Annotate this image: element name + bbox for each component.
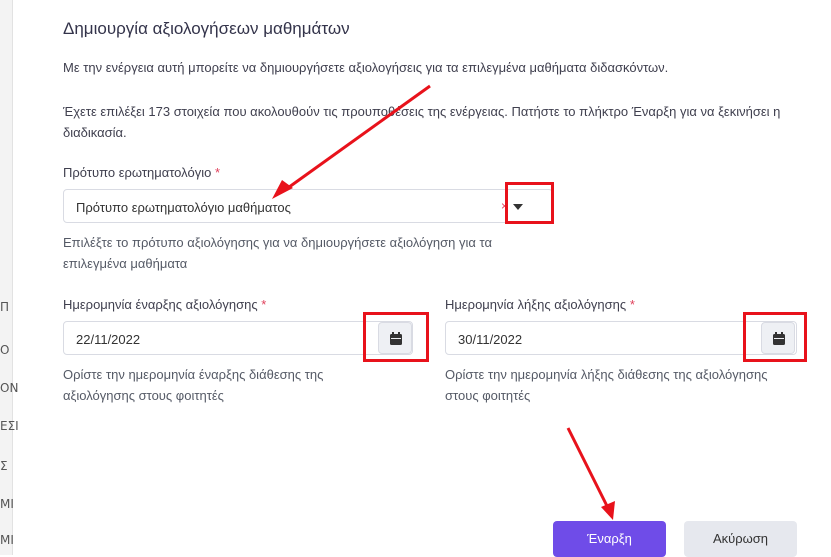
annotation-arrow-template xyxy=(284,84,431,192)
annotation-arrowhead xyxy=(272,180,293,199)
annotation-arrow-start xyxy=(566,427,610,509)
annotation-arrows xyxy=(272,84,615,520)
annotation-arrowhead xyxy=(601,501,615,520)
